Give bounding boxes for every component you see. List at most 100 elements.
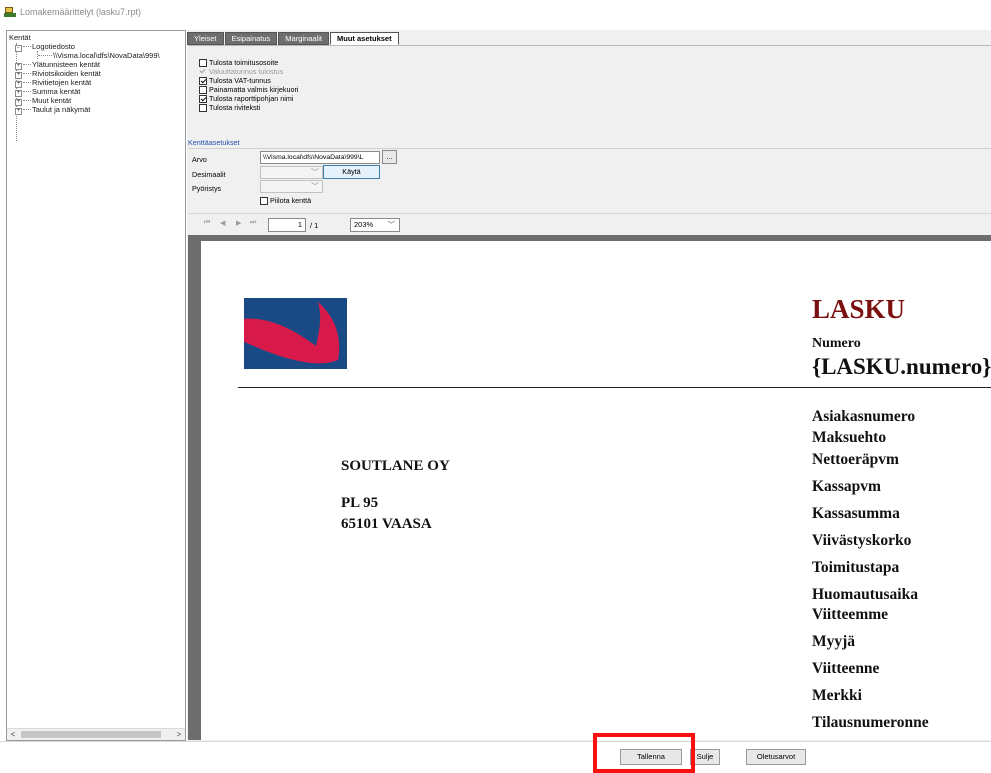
page-number-input[interactable]: 1: [268, 218, 306, 232]
first-page-icon[interactable]: ⏮: [204, 219, 210, 227]
arvo-input[interactable]: \\Visma.local\dfs\NovaData\999\L: [260, 151, 380, 164]
settings-tabs: Yleiset Esipainatus Marginaalit Muut ase…: [187, 32, 400, 45]
tree-item-label: Summa kentät: [32, 87, 81, 96]
checkbox[interactable]: [199, 94, 207, 103]
field-maksuehto: Maksuehto: [812, 429, 887, 446]
pyoristys-label: Pyöristys: [192, 184, 222, 193]
checkbox[interactable]: [199, 76, 207, 85]
recipient-address-line2: 65101 VAASA: [341, 516, 432, 532]
option-label: Painamatta valmis kirjekuori: [209, 85, 299, 94]
option-tulosta-riviteksti[interactable]: Tulosta riviteksti: [199, 103, 260, 112]
field-tilausnumeronne: Tilausnumeronne: [812, 714, 929, 731]
checkbox[interactable]: [199, 85, 207, 94]
field-viivastyskorko: Viivästyskorko: [812, 532, 912, 549]
checkbox[interactable]: [199, 103, 207, 112]
field-asiakasnumero: Asiakasnumero: [812, 408, 916, 425]
option-tulosta-raporttipohjan-nimi[interactable]: Tulosta raporttipohjan nimi: [199, 94, 293, 103]
tree-item-muut-kentat[interactable]: + Muut kentät: [9, 96, 183, 106]
field-toimitustapa: Toimitustapa: [812, 559, 900, 576]
zoom-select[interactable]: 203% ﹀: [350, 218, 400, 232]
kayta-button[interactable]: Käytä: [323, 165, 380, 179]
prev-page-icon[interactable]: ◀: [220, 219, 225, 227]
tree-item-label: Ylätunnisteen kentät: [32, 60, 100, 69]
dialog-button-bar: Tallenna Sulje Oletusarvot: [0, 741, 991, 773]
desimaalit-select[interactable]: ﹀: [260, 166, 323, 179]
company-logo: [244, 298, 347, 369]
expand-icon[interactable]: +: [15, 108, 22, 115]
field-huomautusaika: Huomautusaika: [812, 586, 918, 603]
field-merkki: Merkki: [812, 687, 862, 704]
tree-item-label: Riviotsikoiden kentät: [32, 69, 101, 78]
tree-item-label: Logotiedosto: [32, 42, 75, 51]
option-label: Piilota kenttä: [270, 196, 312, 205]
window-title: Lomakemäärittelyt (lasku7.rpt): [20, 7, 142, 17]
scroll-right-icon[interactable]: >: [173, 729, 185, 740]
zoom-value: 203%: [354, 220, 374, 229]
tree-item-riviotsikoiden-kentat[interactable]: + Riviotsikoiden kentät: [9, 69, 183, 79]
option-painamatta-valmis-kirjekuori[interactable]: Painamatta valmis kirjekuori: [199, 85, 298, 94]
header-divider: [238, 387, 991, 388]
field-settings-panel: Kenttäasetukset Arvo \\Visma.local\dfs\N…: [188, 138, 991, 210]
tree-item-logo-path[interactable]: \\Visma.local\dfs\NovaData\999\: [9, 51, 183, 60]
defaults-button[interactable]: Oletusarvot: [746, 749, 806, 765]
invoice-title: LASKU: [812, 294, 906, 324]
desimaalit-label: Desimaalit: [192, 170, 226, 179]
last-page-icon[interactable]: ⏭: [250, 219, 256, 227]
option-piilota-kentta[interactable]: Piilota kenttä: [260, 196, 311, 205]
checkbox: [199, 68, 207, 76]
page-total: / 1: [310, 221, 319, 230]
report-preview[interactable]: LASKU Numero {LASKU.numero} SOUTLANE OY …: [188, 235, 991, 740]
save-button-highlight: [593, 733, 695, 773]
next-page-icon[interactable]: ▶: [236, 219, 241, 227]
field-myyja: Myyjä: [812, 633, 856, 650]
scrollbar-thumb[interactable]: [21, 731, 161, 738]
tree-item-ylatunnisteen-kentat[interactable]: + Ylätunnisteen kentät: [9, 60, 183, 70]
option-valuuttatunnus-tulostus: Valuuttatunnus tulostus: [199, 67, 283, 76]
checkbox[interactable]: [199, 58, 207, 67]
option-tulosta-toimitusosoite[interactable]: Tulosta toimitusosoite: [199, 58, 278, 67]
tab-marginaalit[interactable]: Marginaalit: [278, 32, 329, 45]
tree-item-taulut-ja-nakymat[interactable]: + Taulut ja näkymät: [9, 105, 183, 115]
field-viitteemme: Viitteemme: [812, 606, 889, 623]
tab-esipainatus[interactable]: Esipainatus: [224, 32, 278, 45]
browse-button[interactable]: ...: [382, 150, 397, 164]
window-titlebar: Lomakemäärittelyt (lasku7.rpt): [0, 0, 991, 24]
settings-pane: Yleiset Esipainatus Marginaalit Muut ase…: [187, 30, 991, 741]
tab-muut-asetukset[interactable]: Muut asetukset: [329, 32, 399, 45]
option-label: Tulosta VAT-tunnus: [209, 76, 271, 85]
preview-toolbar: ⏮ ◀ ▶ ⏭ 1 / 1 203% ﹀: [188, 213, 991, 235]
recipient-company: SOUTLANE OY: [341, 458, 450, 474]
tree-item-label: \\Visma.local\dfs\NovaData\999\: [53, 51, 160, 60]
arvo-label: Arvo: [192, 155, 207, 164]
scroll-left-icon[interactable]: <: [7, 729, 19, 740]
field-settings-legend: Kenttäasetukset: [188, 138, 240, 147]
tree-root[interactable]: Kentät: [9, 33, 183, 42]
chevron-down-icon: ﹀: [311, 182, 319, 191]
checkbox[interactable]: [260, 196, 268, 205]
chevron-down-icon: ﹀: [311, 168, 319, 177]
tree-horizontal-scrollbar[interactable]: < >: [7, 728, 185, 740]
tree-item-logotiedosto[interactable]: - Logotiedosto: [9, 42, 183, 52]
field-tree: Kentät - Logotiedosto \\Visma.local\dfs\N…: [7, 31, 185, 728]
other-settings-panel: Tulosta toimitusosoite Valuuttatunnus tu…: [188, 45, 991, 141]
option-label: Tulosta toimitusosoite: [209, 58, 279, 67]
field-viitteenne: Viitteenne: [812, 660, 880, 677]
tree-item-label: Taulut ja näkymät: [32, 105, 91, 114]
pyoristys-select[interactable]: ﹀: [260, 180, 323, 193]
option-tulosta-vat-tunnus[interactable]: Tulosta VAT-tunnus: [199, 76, 271, 85]
tree-item-label: Rivitietojen kentät: [32, 78, 92, 87]
tree-item-rivitietojen-kentat[interactable]: + Rivitietojen kentät: [9, 78, 183, 88]
option-label: Tulosta riviteksti: [209, 103, 261, 112]
tree-item-label: Muut kentät: [32, 96, 72, 105]
app-icon: [4, 7, 16, 17]
field-kassapvm: Kassapvm: [812, 478, 881, 495]
tab-yleiset[interactable]: Yleiset: [187, 32, 224, 45]
field-kassasumma: Kassasumma: [812, 505, 900, 522]
option-label: Valuuttatunnus tulostus: [209, 67, 284, 76]
field-tree-panel: Kentät - Logotiedosto \\Visma.local\dfs\N…: [6, 30, 186, 741]
field-nettoerapvm: Nettoeräpvm: [812, 451, 899, 468]
preview-page: LASKU Numero {LASKU.numero} SOUTLANE OY …: [201, 241, 991, 740]
tree-item-summa-kentat[interactable]: + Summa kentät: [9, 87, 183, 97]
recipient-address-line1: PL 95: [341, 495, 379, 511]
invoice-number-label: Numero: [812, 336, 861, 351]
